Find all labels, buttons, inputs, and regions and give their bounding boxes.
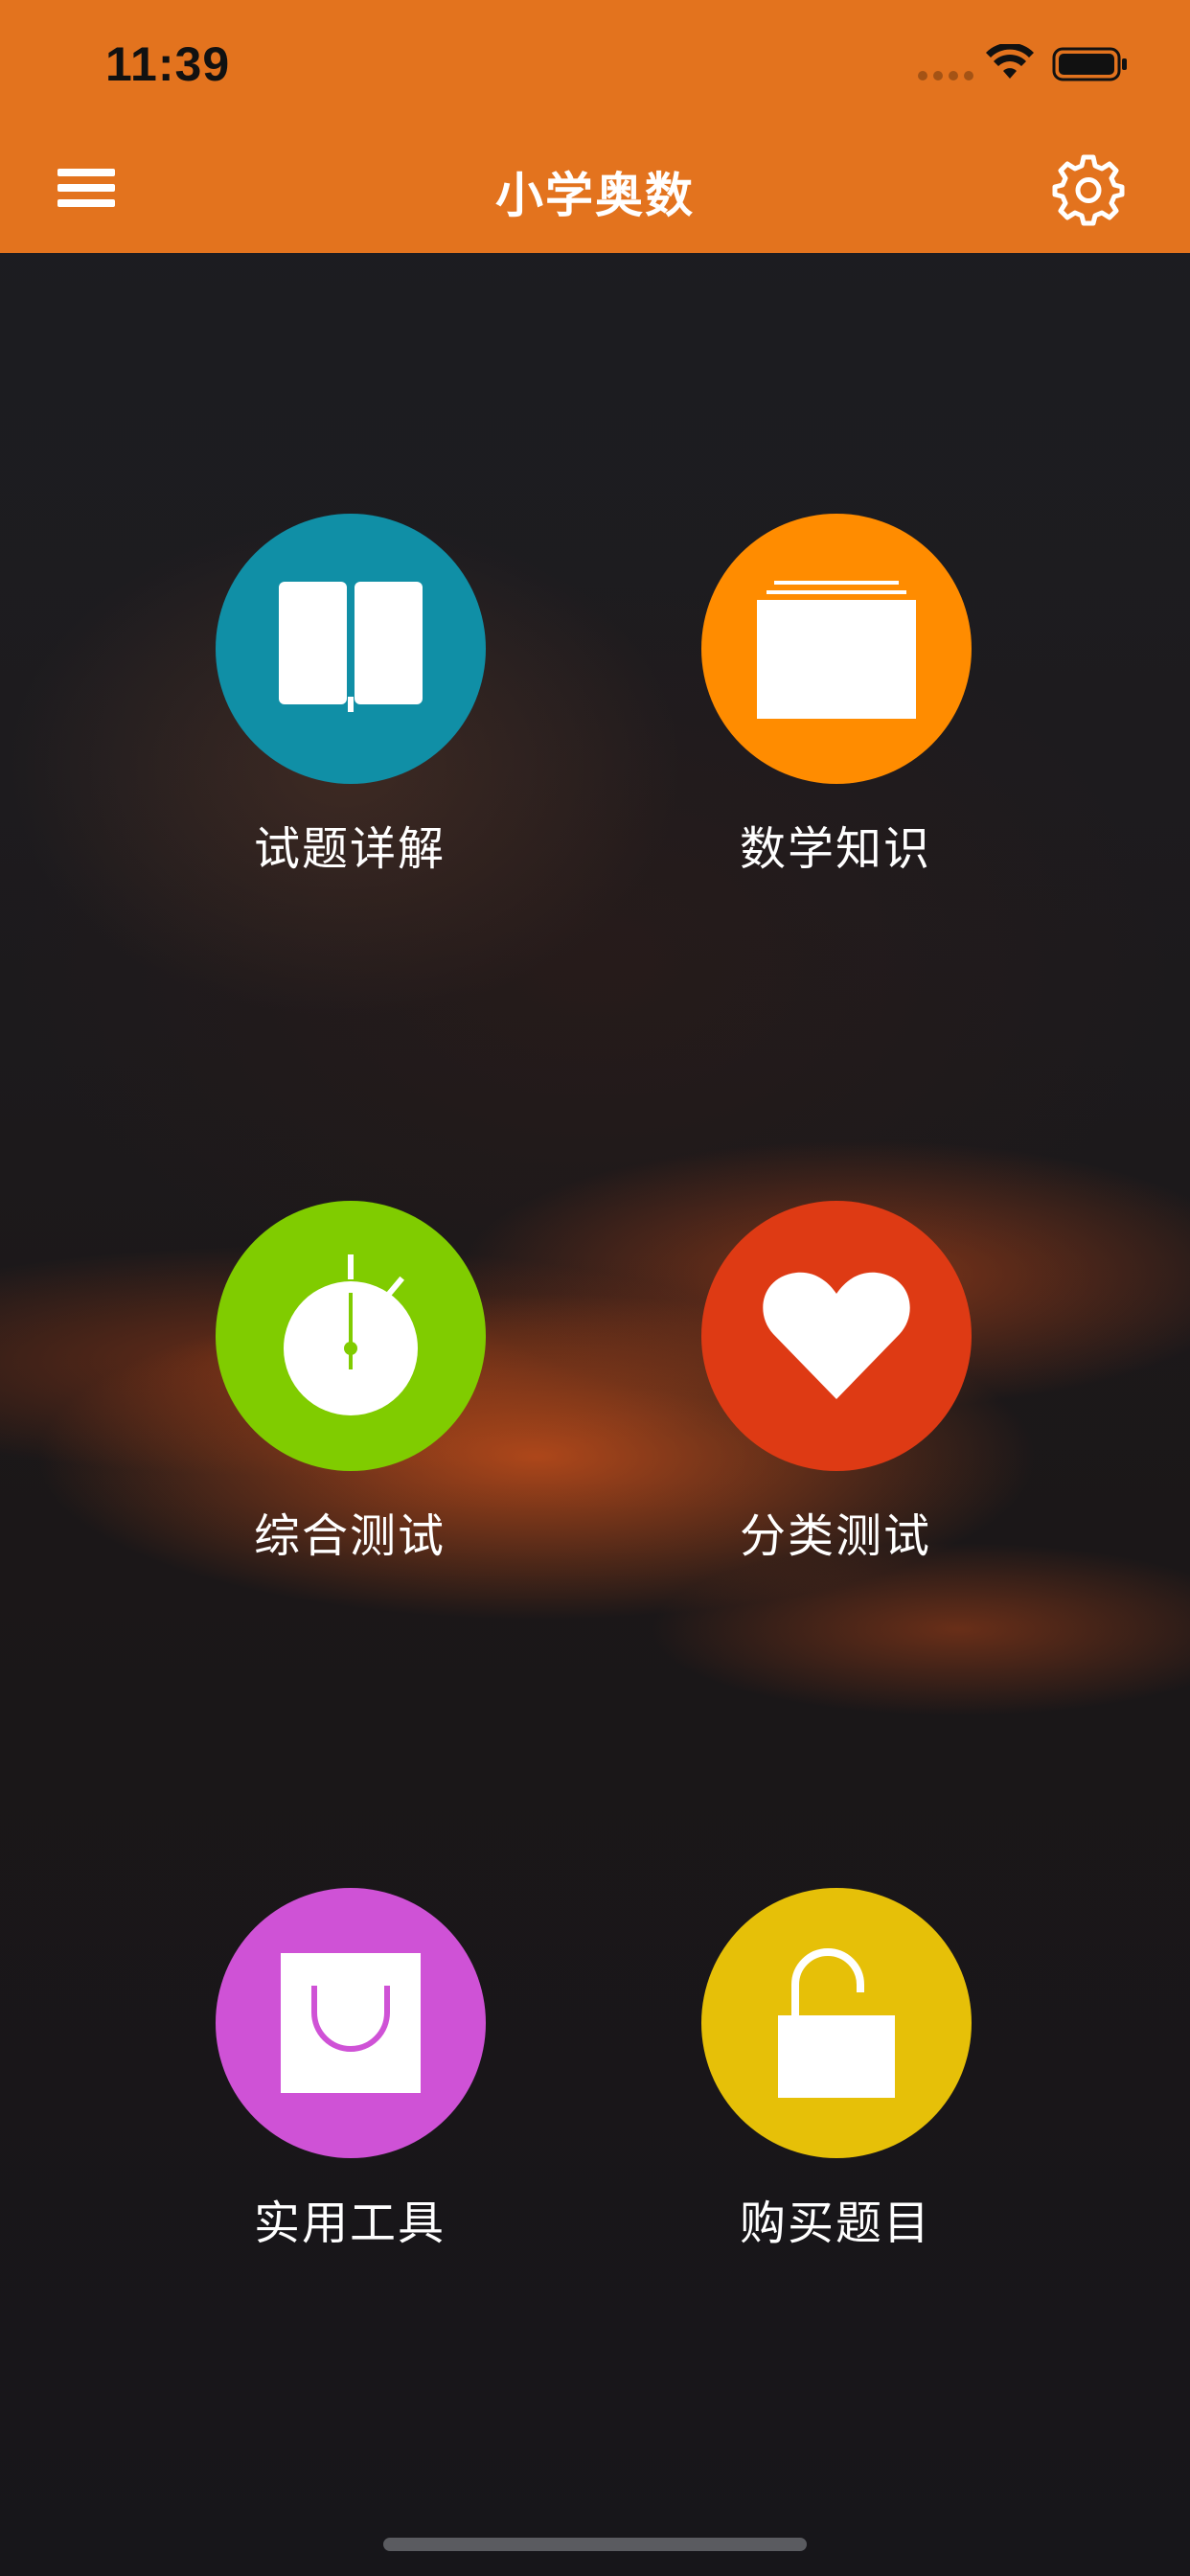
open-book-icon — [279, 582, 423, 712]
tile-question-explanations[interactable]: 试题详解 — [168, 514, 532, 897]
stacked-cards-icon — [757, 581, 916, 719]
tile-label: 购买题目 — [739, 2196, 931, 2250]
tile-circle — [701, 1888, 972, 2158]
tile-comprehensive-test[interactable]: 综合测试 — [168, 1201, 532, 1584]
battery-icon — [1052, 47, 1127, 81]
tile-label: 实用工具 — [253, 2196, 446, 2250]
tile-circle — [701, 1201, 972, 1471]
tile-circle — [216, 1888, 486, 2158]
page-title: 小学奥数 — [495, 168, 695, 223]
heart-icon — [763, 1272, 910, 1399]
tile-category-test[interactable]: 分类测试 — [653, 1201, 1018, 1584]
status-time: 11:39 — [105, 37, 231, 91]
tile-label: 数学知识 — [739, 822, 931, 876]
stopwatch-icon — [284, 1254, 418, 1415]
tile-circle — [216, 1201, 486, 1471]
tile-label: 试题详解 — [253, 822, 446, 876]
wifi-icon — [986, 44, 1034, 79]
signal-dots-icon — [918, 71, 973, 80]
app-screen: 11:39 小学奥数 试题详解 数学知识 综合测试 分类测试 实用工具 购买题目 — [0, 0, 1190, 2576]
tile-label: 综合测试 — [253, 1509, 446, 1563]
shopping-bag-icon — [281, 1953, 421, 2093]
tile-buy-questions[interactable]: 购买题目 — [653, 1888, 1018, 2271]
header-bar: 11:39 小学奥数 — [0, 0, 1190, 253]
gear-icon[interactable] — [1052, 153, 1125, 226]
tile-practical-tools[interactable]: 实用工具 — [168, 1888, 532, 2271]
tile-math-knowledge[interactable]: 数学知识 — [653, 514, 1018, 897]
tile-label: 分类测试 — [739, 1509, 931, 1563]
tile-circle — [216, 514, 486, 784]
unlocked-padlock-icon — [778, 1948, 895, 2098]
home-indicator[interactable] — [383, 2538, 807, 2551]
tile-circle — [701, 514, 972, 784]
